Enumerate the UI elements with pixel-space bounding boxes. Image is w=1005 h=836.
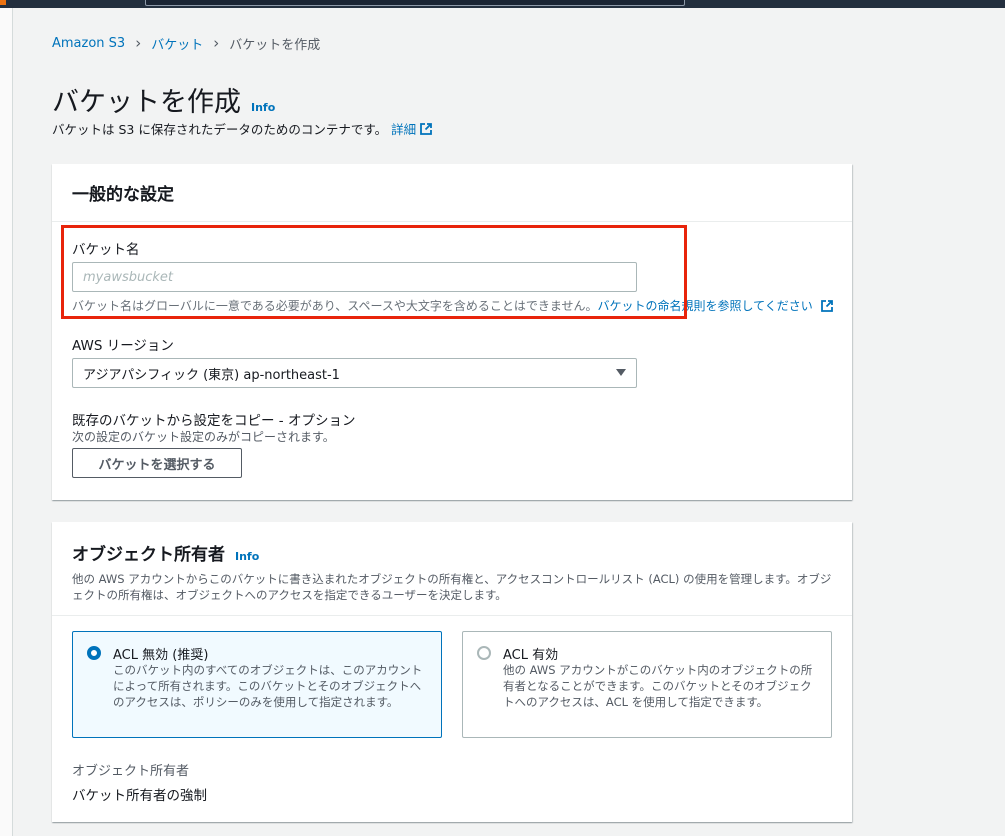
page-title: バケットを作成 xyxy=(52,87,241,118)
page-header: バケットを作成 Info xyxy=(52,80,275,119)
object-ownership-header: オブジェクト所有者 Info 他の AWS アカウントからこのバケットに書き込ま… xyxy=(52,522,852,616)
bucket-name-hint: バケット名はグローバルに一意である必要があり、スペースや大文字を含めることはでき… xyxy=(72,297,833,314)
info-link[interactable]: Info xyxy=(251,101,275,114)
object-ownership-panel: オブジェクト所有者 Info 他の AWS アカウントからこのバケットに書き込ま… xyxy=(52,522,852,822)
bucket-name-hint-text: バケット名はグローバルに一意である必要があり、スペースや大文字を含めることはでき… xyxy=(72,299,598,313)
acl-enabled-description: 他の AWS アカウントがこのバケット内のオブジェクトの所有者となることができま… xyxy=(503,663,813,709)
region-select[interactable]: アジアパシフィック (東京) ap-northeast-1 xyxy=(72,358,637,388)
chevron-right-icon: › xyxy=(135,34,142,52)
chevron-right-icon: › xyxy=(213,34,220,52)
info-link[interactable]: Info xyxy=(235,550,259,563)
acl-disabled-title: ACL 無効 (推奨) xyxy=(113,648,209,663)
breadcrumb: Amazon S3 › バケット › バケットを作成 xyxy=(52,34,321,54)
breadcrumb-item-buckets[interactable]: バケット xyxy=(151,34,203,53)
bucket-name-input[interactable]: myawsbucket xyxy=(72,262,637,292)
acl-disabled-option[interactable]: ACL 無効 (推奨) このバケット内のすべてのオブジェクトは、このアカウントに… xyxy=(72,631,442,738)
aws-top-nav xyxy=(0,0,1005,8)
object-owner-label: オブジェクト所有者 xyxy=(72,764,190,779)
general-settings-header: 一般的な設定 xyxy=(52,164,852,222)
bucket-name-label: バケット名 xyxy=(72,242,140,258)
object-owner-value: バケット所有者の強制 xyxy=(72,788,207,804)
copy-settings-hint: 次の設定のバケット設定のみがコピーされます。 xyxy=(72,430,335,444)
external-link-icon[interactable] xyxy=(820,300,833,312)
details-link[interactable]: 詳細 xyxy=(391,119,416,138)
choose-bucket-button[interactable]: バケットを選択する xyxy=(72,448,242,478)
acl-enabled-title: ACL 有効 xyxy=(503,648,559,663)
global-search-input[interactable] xyxy=(145,0,685,6)
caret-down-icon xyxy=(616,369,626,376)
general-settings-title: 一般的な設定 xyxy=(72,185,174,205)
bucket-name-placeholder: myawsbucket xyxy=(83,269,173,285)
copy-settings-label: 既存のバケットから設定をコピー - オプション xyxy=(72,413,356,429)
external-link-icon[interactable] xyxy=(420,122,433,135)
breadcrumb-item-s3[interactable]: Amazon S3 xyxy=(52,36,125,51)
acl-enabled-option[interactable]: ACL 有効 他の AWS アカウントがこのバケット内のオブジェクトの所有者とな… xyxy=(462,631,832,738)
aws-logo-fragment xyxy=(0,0,6,5)
naming-rules-link[interactable]: バケットの命名規則を参照してください xyxy=(597,299,812,313)
object-ownership-title: オブジェクト所有者 xyxy=(72,545,225,565)
breadcrumb-current: バケットを作成 xyxy=(229,38,321,53)
acl-disabled-description: このバケット内のすべてのオブジェクトは、このアカウントによって所有されます。この… xyxy=(113,663,423,709)
radio-button[interactable] xyxy=(87,646,101,660)
region-select-value: アジアパシフィック (東京) ap-northeast-1 xyxy=(83,367,340,383)
page-description: バケットは S3 に保存されたデータのためのコンテナです。 詳細 xyxy=(52,119,433,138)
general-settings-panel: 一般的な設定 バケット名 myawsbucket バケット名はグローバルに一意で… xyxy=(52,164,852,500)
object-ownership-description: 他の AWS アカウントからこのバケットに書き込まれたオブジェクトの所有権と、ア… xyxy=(72,572,832,602)
side-nav-collapsed xyxy=(0,8,13,836)
region-label: AWS リージョン xyxy=(72,338,174,354)
radio-button[interactable] xyxy=(477,646,491,660)
page-description-text: バケットは S3 に保存されたデータのためのコンテナです。 xyxy=(52,122,388,137)
